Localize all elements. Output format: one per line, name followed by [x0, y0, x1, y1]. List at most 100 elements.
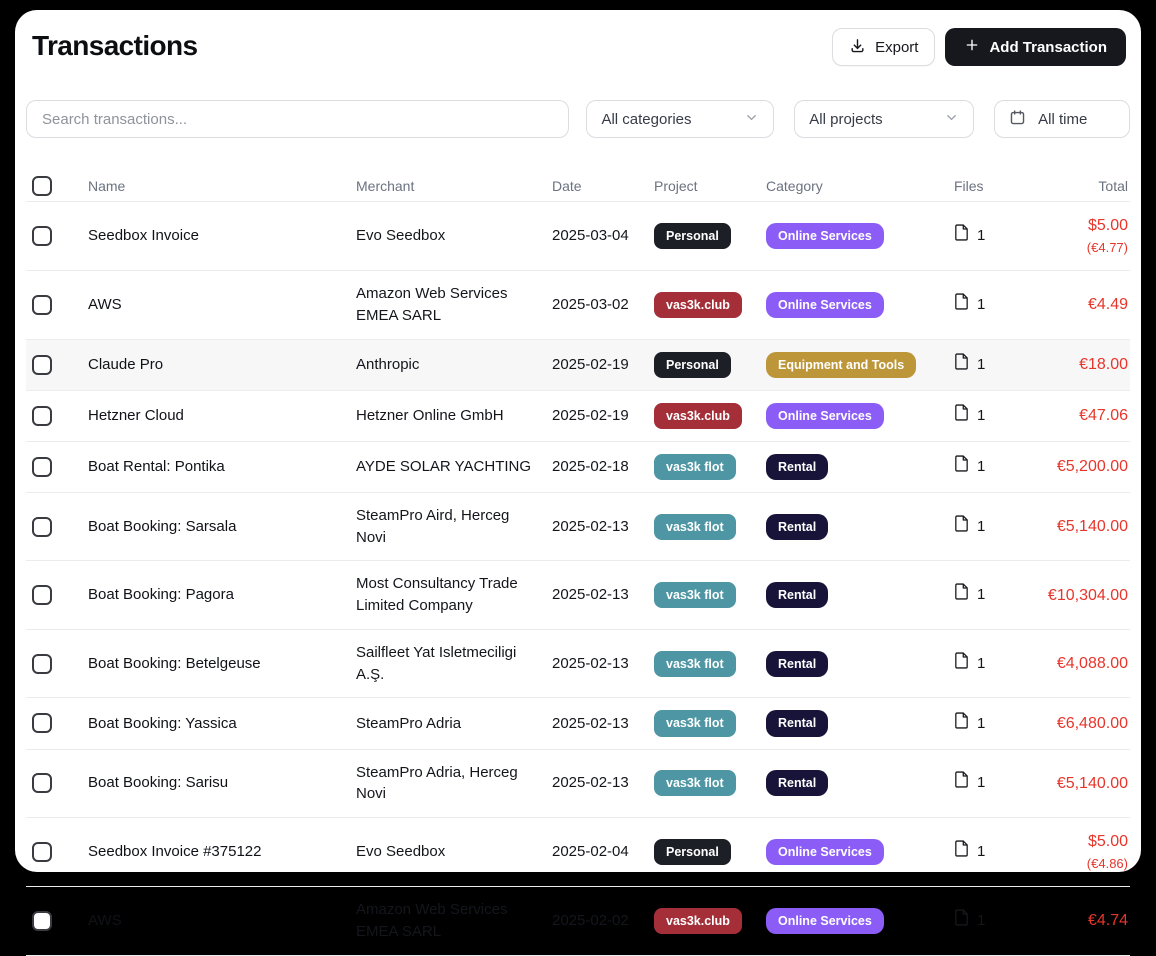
chevron-down-icon	[744, 110, 759, 129]
category-badge[interactable]: Rental	[766, 651, 828, 677]
category-badge[interactable]: Rental	[766, 454, 828, 480]
total-amount: $5.00	[1016, 830, 1128, 853]
files-cell: 1	[946, 640, 1008, 688]
project-badge[interactable]: Personal	[654, 839, 731, 865]
project-badge[interactable]: vas3k flot	[654, 651, 736, 677]
table-row[interactable]: Seedbox Invoice Evo Seedbox 2025-03-04 P…	[26, 202, 1130, 271]
files-cell: 1	[946, 392, 1008, 440]
table-row[interactable]: AWS Amazon Web Services EMEA SARL 2025-0…	[26, 271, 1130, 340]
files-count: 1	[977, 584, 985, 606]
table-row[interactable]: Boat Rental: Pontika AYDE SOLAR YACHTING…	[26, 442, 1130, 493]
row-checkbox[interactable]	[32, 842, 52, 862]
file-icon	[954, 353, 969, 377]
row-checkbox-cell	[26, 585, 80, 605]
project-cell: vas3k flot	[646, 442, 758, 492]
table-row[interactable]: AWS Amazon Web Services EMEA SARL 2025-0…	[26, 887, 1130, 956]
total-amount: €6,480.00	[1016, 712, 1128, 735]
project-badge[interactable]: vas3k.club	[654, 908, 742, 934]
project-badge[interactable]: vas3k flot	[654, 454, 736, 480]
file-icon	[954, 840, 969, 864]
files-count: 1	[977, 772, 985, 794]
file-icon	[954, 652, 969, 676]
files-count: 1	[977, 653, 985, 675]
row-checkbox[interactable]	[32, 406, 52, 426]
category-badge[interactable]: Online Services	[766, 292, 884, 318]
column-header-project: Project	[646, 164, 758, 208]
total-amount: €4,088.00	[1016, 652, 1128, 675]
files-cell: 1	[946, 443, 1008, 491]
transaction-merchant: SteamPro Aird, Herceg Novi	[348, 493, 544, 561]
table-row[interactable]: Boat Booking: Yassica SteamPro Adria 202…	[26, 698, 1130, 749]
category-badge[interactable]: Rental	[766, 582, 828, 608]
category-cell: Rental	[758, 698, 946, 748]
transaction-date: 2025-02-13	[544, 760, 646, 806]
table-row[interactable]: Boat Booking: Sarisu SteamPro Adria, Her…	[26, 750, 1130, 819]
total-amount: €5,200.00	[1016, 455, 1128, 478]
table-row[interactable]: Hetzner Cloud Hetzner Online GmbH 2025-0…	[26, 391, 1130, 442]
project-badge[interactable]: vas3k flot	[654, 770, 736, 796]
row-checkbox-cell	[26, 911, 80, 931]
row-checkbox[interactable]	[32, 226, 52, 246]
category-badge[interactable]: Rental	[766, 770, 828, 796]
projects-filter[interactable]: All projects	[794, 100, 974, 138]
total-cell: €6,480.00	[1008, 700, 1130, 747]
total-amount: €4.49	[1016, 293, 1128, 316]
category-badge[interactable]: Online Services	[766, 223, 884, 249]
project-badge[interactable]: Personal	[654, 352, 731, 378]
transaction-name: Boat Booking: Yassica	[80, 701, 348, 747]
file-icon	[954, 909, 969, 933]
table-row[interactable]: Boat Booking: Sarsala SteamPro Aird, Her…	[26, 493, 1130, 562]
select-all-checkbox[interactable]	[32, 176, 52, 196]
time-filter[interactable]: All time	[994, 100, 1130, 138]
project-badge[interactable]: Personal	[654, 223, 731, 249]
row-checkbox[interactable]	[32, 585, 52, 605]
export-button[interactable]: Export	[832, 28, 935, 66]
row-checkbox-cell	[26, 517, 80, 537]
row-checkbox[interactable]	[32, 457, 52, 477]
table-row[interactable]: Boat Booking: Betelgeuse Sailfleet Yat I…	[26, 630, 1130, 699]
files-cell: 1	[946, 281, 1008, 329]
row-checkbox[interactable]	[32, 713, 52, 733]
transaction-date: 2025-02-13	[544, 641, 646, 687]
files-count: 1	[977, 354, 985, 376]
total-cell: €18.00	[1008, 341, 1130, 388]
table-row[interactable]: Claude Pro Anthropic 2025-02-19 Personal…	[26, 340, 1130, 391]
category-cell: Online Services	[758, 280, 946, 330]
category-badge[interactable]: Rental	[766, 710, 828, 736]
transaction-date: 2025-02-13	[544, 572, 646, 618]
transaction-merchant: SteamPro Adria, Herceg Novi	[348, 750, 544, 818]
table-header-row: Name Merchant Date Project Category File…	[26, 164, 1130, 202]
row-checkbox[interactable]	[32, 654, 52, 674]
project-badge[interactable]: vas3k flot	[654, 582, 736, 608]
projects-filter-value: All projects	[809, 111, 882, 128]
row-checkbox[interactable]	[32, 517, 52, 537]
file-icon	[954, 404, 969, 428]
file-icon	[954, 293, 969, 317]
project-badge[interactable]: vas3k flot	[654, 710, 736, 736]
category-badge[interactable]: Online Services	[766, 403, 884, 429]
search-input[interactable]	[26, 100, 569, 138]
transactions-table: Name Merchant Date Project Category File…	[26, 164, 1130, 956]
category-badge[interactable]: Online Services	[766, 839, 884, 865]
row-checkbox[interactable]	[32, 911, 52, 931]
transactions-page: Transactions Export Add Transaction	[15, 10, 1141, 872]
project-badge[interactable]: vas3k.club	[654, 292, 742, 318]
category-badge[interactable]: Equipment and Tools	[766, 352, 916, 378]
categories-filter-value: All categories	[601, 111, 691, 128]
add-transaction-button[interactable]: Add Transaction	[945, 28, 1126, 66]
project-badge[interactable]: vas3k flot	[654, 514, 736, 540]
total-amount: €5,140.00	[1016, 515, 1128, 538]
table-row[interactable]: Seedbox Invoice #375122 Evo Seedbox 2025…	[26, 818, 1130, 887]
transaction-name: Boat Booking: Betelgeuse	[80, 641, 348, 687]
row-checkbox-cell	[26, 457, 80, 477]
project-badge[interactable]: vas3k.club	[654, 403, 742, 429]
row-checkbox[interactable]	[32, 355, 52, 375]
category-badge[interactable]: Rental	[766, 514, 828, 540]
category-badge[interactable]: Online Services	[766, 908, 884, 934]
row-checkbox[interactable]	[32, 295, 52, 315]
categories-filter[interactable]: All categories	[586, 100, 774, 138]
row-checkbox[interactable]	[32, 773, 52, 793]
table-row[interactable]: Boat Booking: Pagora Most Consultancy Tr…	[26, 561, 1130, 630]
category-cell: Online Services	[758, 391, 946, 441]
transaction-merchant: Amazon Web Services EMEA SARL	[348, 887, 544, 955]
